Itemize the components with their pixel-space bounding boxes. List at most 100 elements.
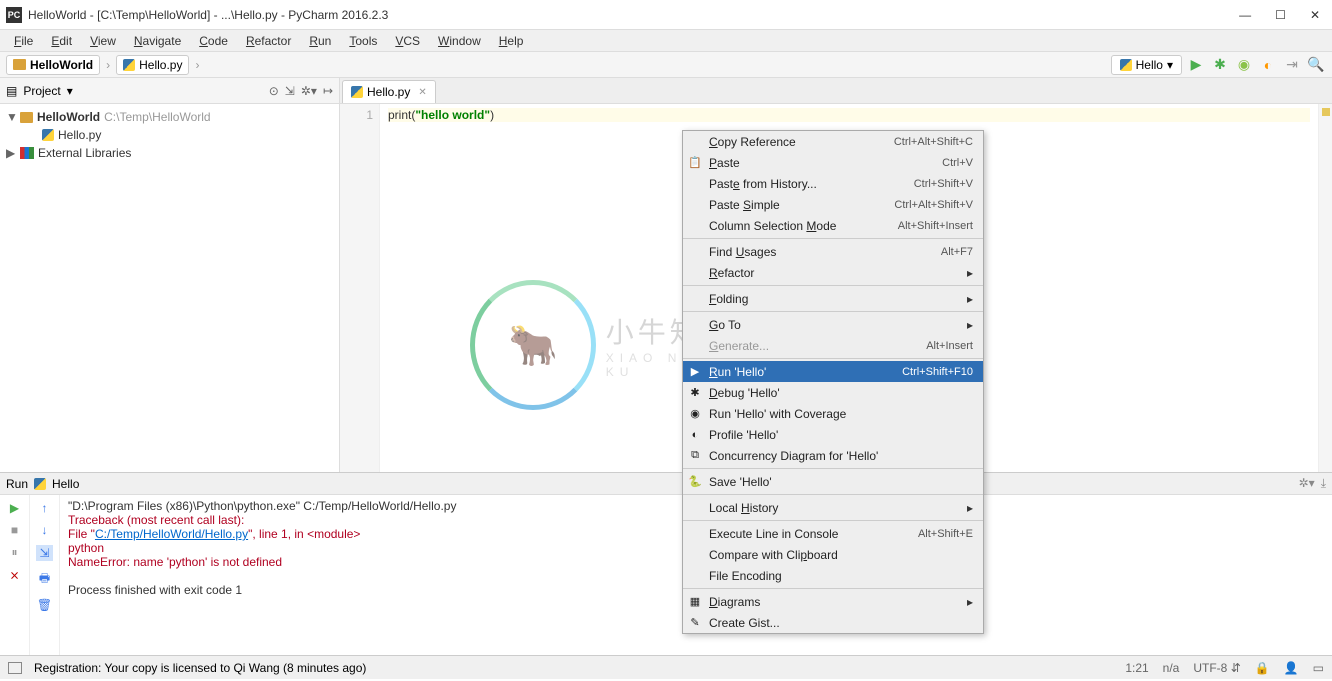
- project-tools: ⊙ ⇲ ✲▾ ↦: [269, 84, 333, 98]
- debug-button[interactable]: ✱: [1210, 55, 1230, 75]
- breadcrumb-project[interactable]: HelloWorld: [6, 55, 100, 75]
- breadcrumb-sep: [193, 58, 201, 72]
- run-button[interactable]: ▶: [1186, 55, 1206, 75]
- breadcrumb-file[interactable]: Hello.py: [116, 55, 189, 75]
- context-item[interactable]: File Encoding: [683, 565, 983, 586]
- cursor-position[interactable]: 1:21: [1125, 661, 1148, 675]
- stop-button[interactable]: ■: [11, 523, 18, 537]
- search-button[interactable]: 🔍: [1306, 55, 1326, 75]
- up-button[interactable]: ↑: [42, 501, 48, 515]
- context-shortcut: Ctrl+Shift+V: [914, 178, 973, 190]
- context-item-label: Run 'Hello': [709, 365, 766, 379]
- code-line[interactable]: print("hello world"): [388, 108, 1310, 122]
- close-icon[interactable]: ✕: [418, 87, 426, 98]
- warning-marker-icon[interactable]: [1322, 108, 1330, 116]
- context-item[interactable]: Folding▸: [683, 288, 983, 309]
- context-item[interactable]: ▦Diagrams▸: [683, 591, 983, 612]
- exit-button[interactable]: ⨯: [9, 568, 19, 582]
- context-item[interactable]: Local History▸: [683, 497, 983, 518]
- collapse-icon[interactable]: ⇲: [285, 84, 295, 98]
- down-button[interactable]: ↓: [42, 523, 48, 537]
- menu-help[interactable]: Help: [491, 32, 532, 50]
- context-item-label: Paste Simple: [709, 198, 780, 212]
- context-separator: [683, 468, 983, 469]
- chevron-down-icon[interactable]: ▾: [67, 84, 73, 98]
- menu-file[interactable]: File: [6, 32, 41, 50]
- menu-vcs[interactable]: VCS: [387, 32, 428, 50]
- print-button[interactable]: 🖶: [39, 569, 50, 590]
- context-item[interactable]: ◐Profile 'Hello': [683, 424, 983, 445]
- scroll-to-source-icon[interactable]: ⊙: [269, 84, 279, 98]
- encoding[interactable]: UTF-8 ⇵: [1193, 661, 1240, 675]
- tree-arrow-icon[interactable]: ▶: [6, 146, 16, 160]
- hector-icon[interactable]: 👤: [1284, 661, 1299, 675]
- context-item-label: Folding: [709, 292, 748, 306]
- menu-window[interactable]: Window: [430, 32, 489, 50]
- run-config-combo[interactable]: Hello ▾: [1111, 55, 1182, 75]
- menu-edit[interactable]: Edit: [43, 32, 80, 50]
- menu-refactor[interactable]: Refactor: [238, 32, 299, 50]
- python-icon: [42, 129, 54, 141]
- context-item[interactable]: Paste Simple Ctrl+Alt+Shift+V: [683, 194, 983, 215]
- menu-tools[interactable]: Tools: [341, 32, 385, 50]
- context-item[interactable]: Execute Line in ConsoleAlt+Shift+E: [683, 523, 983, 544]
- menu-code[interactable]: Code: [191, 32, 236, 50]
- gear-icon[interactable]: ✲▾: [301, 84, 317, 98]
- close-button[interactable]: ✕: [1310, 8, 1320, 22]
- context-item[interactable]: ✎Create Gist...: [683, 612, 983, 633]
- context-item[interactable]: Refactor▸: [683, 262, 983, 283]
- trash-button[interactable]: 🗑: [37, 598, 52, 612]
- tree-arrow-icon[interactable]: ▼: [6, 110, 16, 124]
- context-item[interactable]: Compare with Clipboard: [683, 544, 983, 565]
- context-shortcut: Ctrl+V: [942, 157, 973, 169]
- context-item[interactable]: ◉Run 'Hello' with Coverage: [683, 403, 983, 424]
- diagrams-icon: ▦: [688, 595, 702, 609]
- context-separator: [683, 358, 983, 359]
- profile-button[interactable]: ◐: [1258, 55, 1278, 75]
- tree-file[interactable]: Hello.py: [0, 126, 339, 144]
- context-shortcut: Ctrl+Alt+Shift+V: [894, 199, 973, 211]
- file-link[interactable]: C:/Temp/HelloWorld/Hello.py: [95, 527, 248, 541]
- context-item[interactable]: ▶Run 'Hello'Ctrl+Shift+F10: [683, 361, 983, 382]
- minimize-button[interactable]: —: [1239, 8, 1251, 22]
- line-sep[interactable]: n/a: [1163, 661, 1180, 675]
- submenu-arrow-icon: ▸: [967, 318, 973, 332]
- context-item[interactable]: ✱Debug 'Hello': [683, 382, 983, 403]
- project-sidebar: ▤ Project ▾ ⊙ ⇲ ✲▾ ↦ ▼ HelloWorld C:\Tem…: [0, 78, 340, 472]
- pause-button[interactable]: ⏸: [11, 545, 17, 560]
- menu-view[interactable]: View: [82, 32, 124, 50]
- hide-icon[interactable]: ↦: [323, 84, 333, 98]
- mem-indicator-icon[interactable]: ▭: [1313, 661, 1324, 675]
- context-item[interactable]: Column Selection ModeAlt+Shift+Insert: [683, 215, 983, 236]
- soft-wrap-button[interactable]: ⇲: [36, 545, 52, 561]
- context-item[interactable]: ⧉Concurrency Diagram for 'Hello': [683, 445, 983, 466]
- context-item[interactable]: Copy ReferenceCtrl+Alt+Shift+C: [683, 131, 983, 152]
- hide-icon[interactable]: ⤓: [1321, 476, 1326, 491]
- coverage-button[interactable]: ◉: [1234, 55, 1254, 75]
- context-item-label: Copy Reference: [709, 135, 796, 149]
- project-view-icon[interactable]: ▤: [6, 84, 17, 98]
- context-separator: [683, 238, 983, 239]
- rerun-button[interactable]: ▶: [10, 501, 19, 515]
- menu-run[interactable]: Run: [301, 32, 339, 50]
- context-item[interactable]: Paste from History...Ctrl+Shift+V: [683, 173, 983, 194]
- context-item[interactable]: 📋PasteCtrl+V: [683, 152, 983, 173]
- stop-button[interactable]: ⇥: [1282, 55, 1302, 75]
- context-separator: [683, 285, 983, 286]
- menu-navigate[interactable]: Navigate: [126, 32, 189, 50]
- lock-icon[interactable]: 🔒: [1255, 661, 1270, 675]
- tree-libs[interactable]: ▶ External Libraries: [0, 144, 339, 162]
- editor-tab-label: Hello.py: [367, 85, 410, 99]
- library-icon: [20, 147, 34, 159]
- editor-tab[interactable]: Hello.py ✕: [342, 80, 436, 103]
- context-item[interactable]: 🐍Save 'Hello': [683, 471, 983, 492]
- context-shortcut: Alt+F7: [941, 246, 973, 258]
- maximize-button[interactable]: ☐: [1275, 8, 1286, 22]
- navbar: HelloWorld Hello.py Hello ▾ ▶ ✱ ◉ ◐ ⇥ 🔍: [0, 52, 1332, 78]
- context-item[interactable]: Find UsagesAlt+F7: [683, 241, 983, 262]
- context-menu: Copy ReferenceCtrl+Alt+Shift+C📋PasteCtrl…: [682, 130, 984, 634]
- right-gutter: [1318, 104, 1332, 472]
- context-item[interactable]: Go To▸: [683, 314, 983, 335]
- tree-root[interactable]: ▼ HelloWorld C:\Temp\HelloWorld: [0, 108, 339, 126]
- gear-icon[interactable]: ✲▾: [1299, 476, 1315, 491]
